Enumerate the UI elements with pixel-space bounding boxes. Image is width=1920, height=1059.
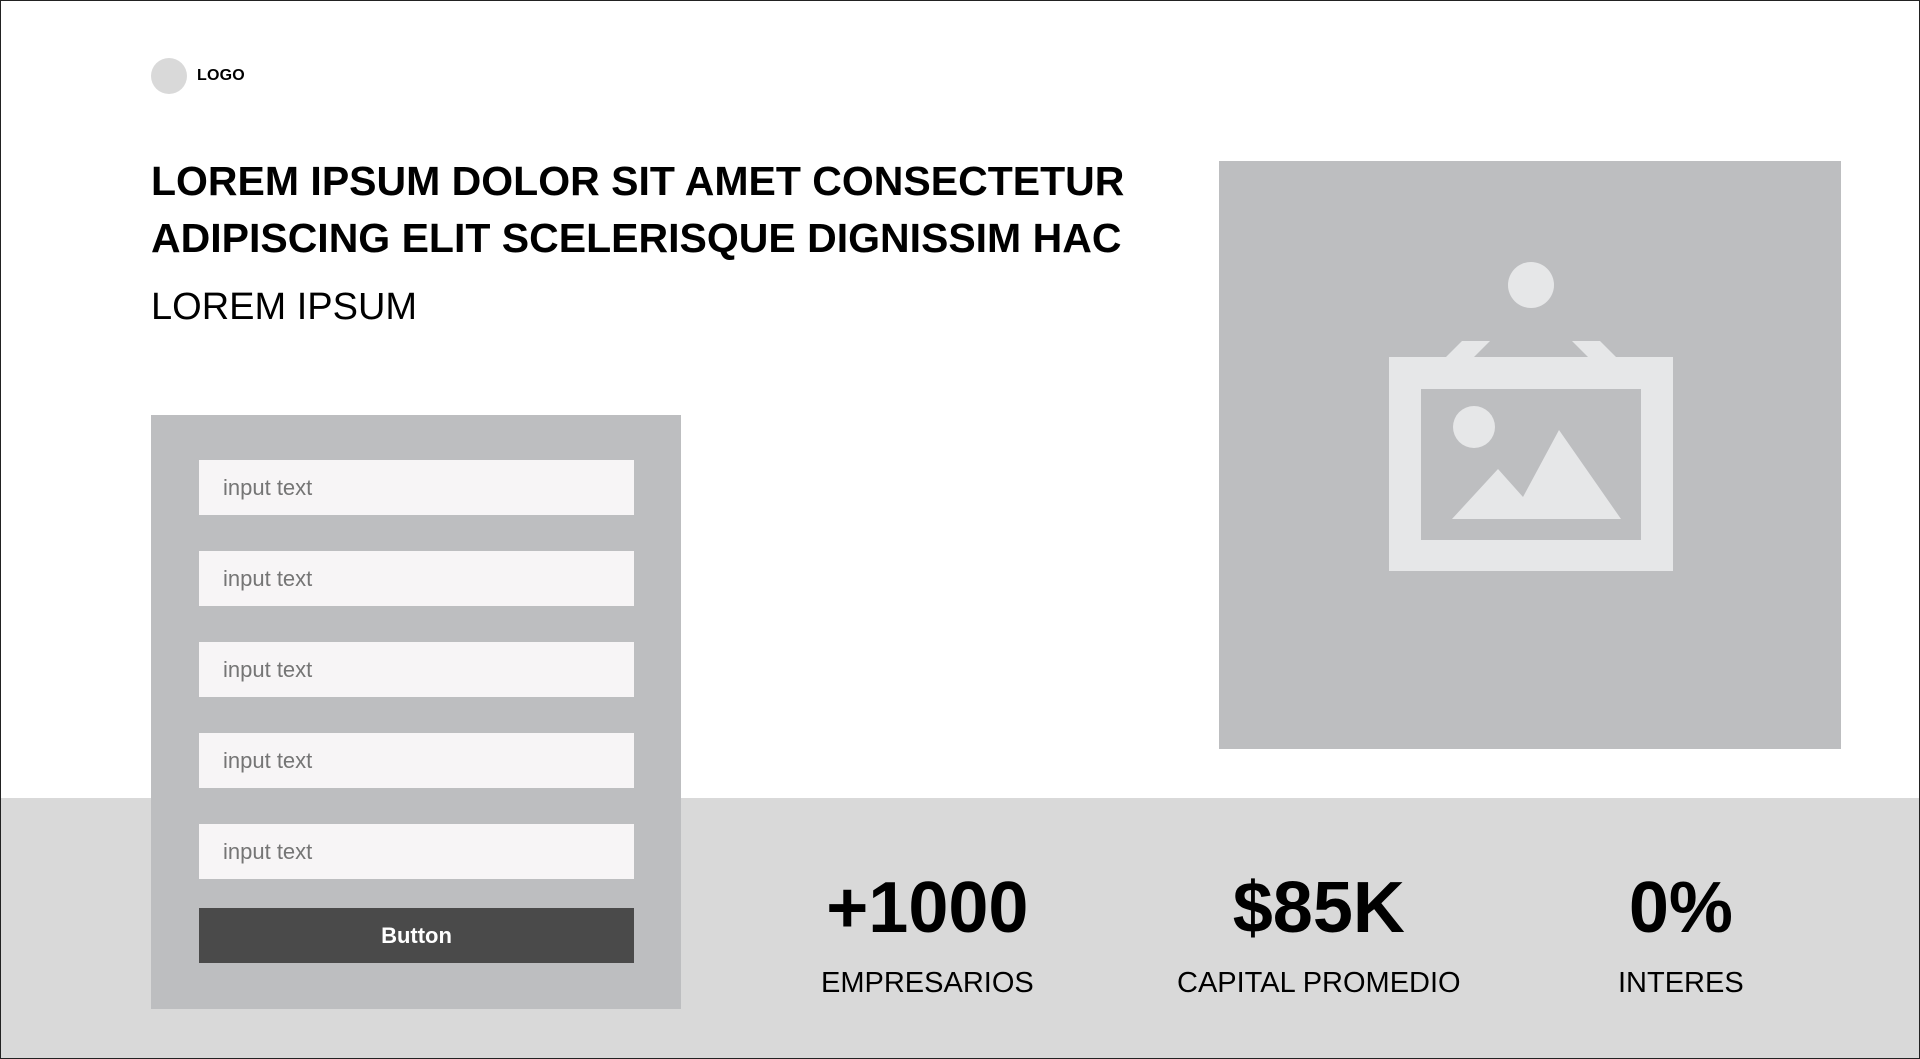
landing-page: LOGO LOREM IPSUM DOLOR SIT AMET CONSECTE… — [0, 0, 1920, 1059]
stat-label: INTERES — [1618, 967, 1744, 999]
stat-capital-promedio: $85K CAPITAL PROMEDIO — [1177, 866, 1461, 1000]
page-title: LOREM IPSUM DOLOR SIT AMET CONSECTETUR A… — [151, 153, 1151, 267]
input-field-2[interactable] — [199, 551, 634, 606]
logo[interactable]: LOGO — [151, 58, 245, 94]
page-title-line-1: LOREM IPSUM DOLOR SIT AMET CONSECTETUR — [151, 158, 1125, 204]
stat-label: EMPRESARIOS — [821, 967, 1034, 999]
stat-value: $85K — [1232, 868, 1405, 948]
stat-value: +1000 — [826, 868, 1029, 948]
page-subtitle: LOREM IPSUM — [151, 286, 418, 328]
input-field-5[interactable] — [199, 824, 634, 879]
hero-image-placeholder — [1219, 161, 1841, 749]
signup-form: Button — [151, 415, 681, 1009]
image-placeholder-icon — [1389, 262, 1673, 571]
submit-button[interactable]: Button — [199, 908, 634, 963]
stat-interes: 0% INTERES — [1618, 866, 1744, 1000]
page-title-line-2: ADIPISCING ELIT SCELERISQUE DIGNISSIM HA… — [151, 215, 1122, 261]
stat-value: 0% — [1628, 868, 1733, 948]
stat-empresarios: +1000 EMPRESARIOS — [821, 866, 1034, 1000]
stat-label: CAPITAL PROMEDIO — [1177, 967, 1461, 999]
logo-icon — [151, 58, 187, 94]
logo-text: LOGO — [197, 67, 245, 84]
input-field-4[interactable] — [199, 733, 634, 788]
input-field-3[interactable] — [199, 642, 634, 697]
input-field-1[interactable] — [199, 460, 634, 515]
